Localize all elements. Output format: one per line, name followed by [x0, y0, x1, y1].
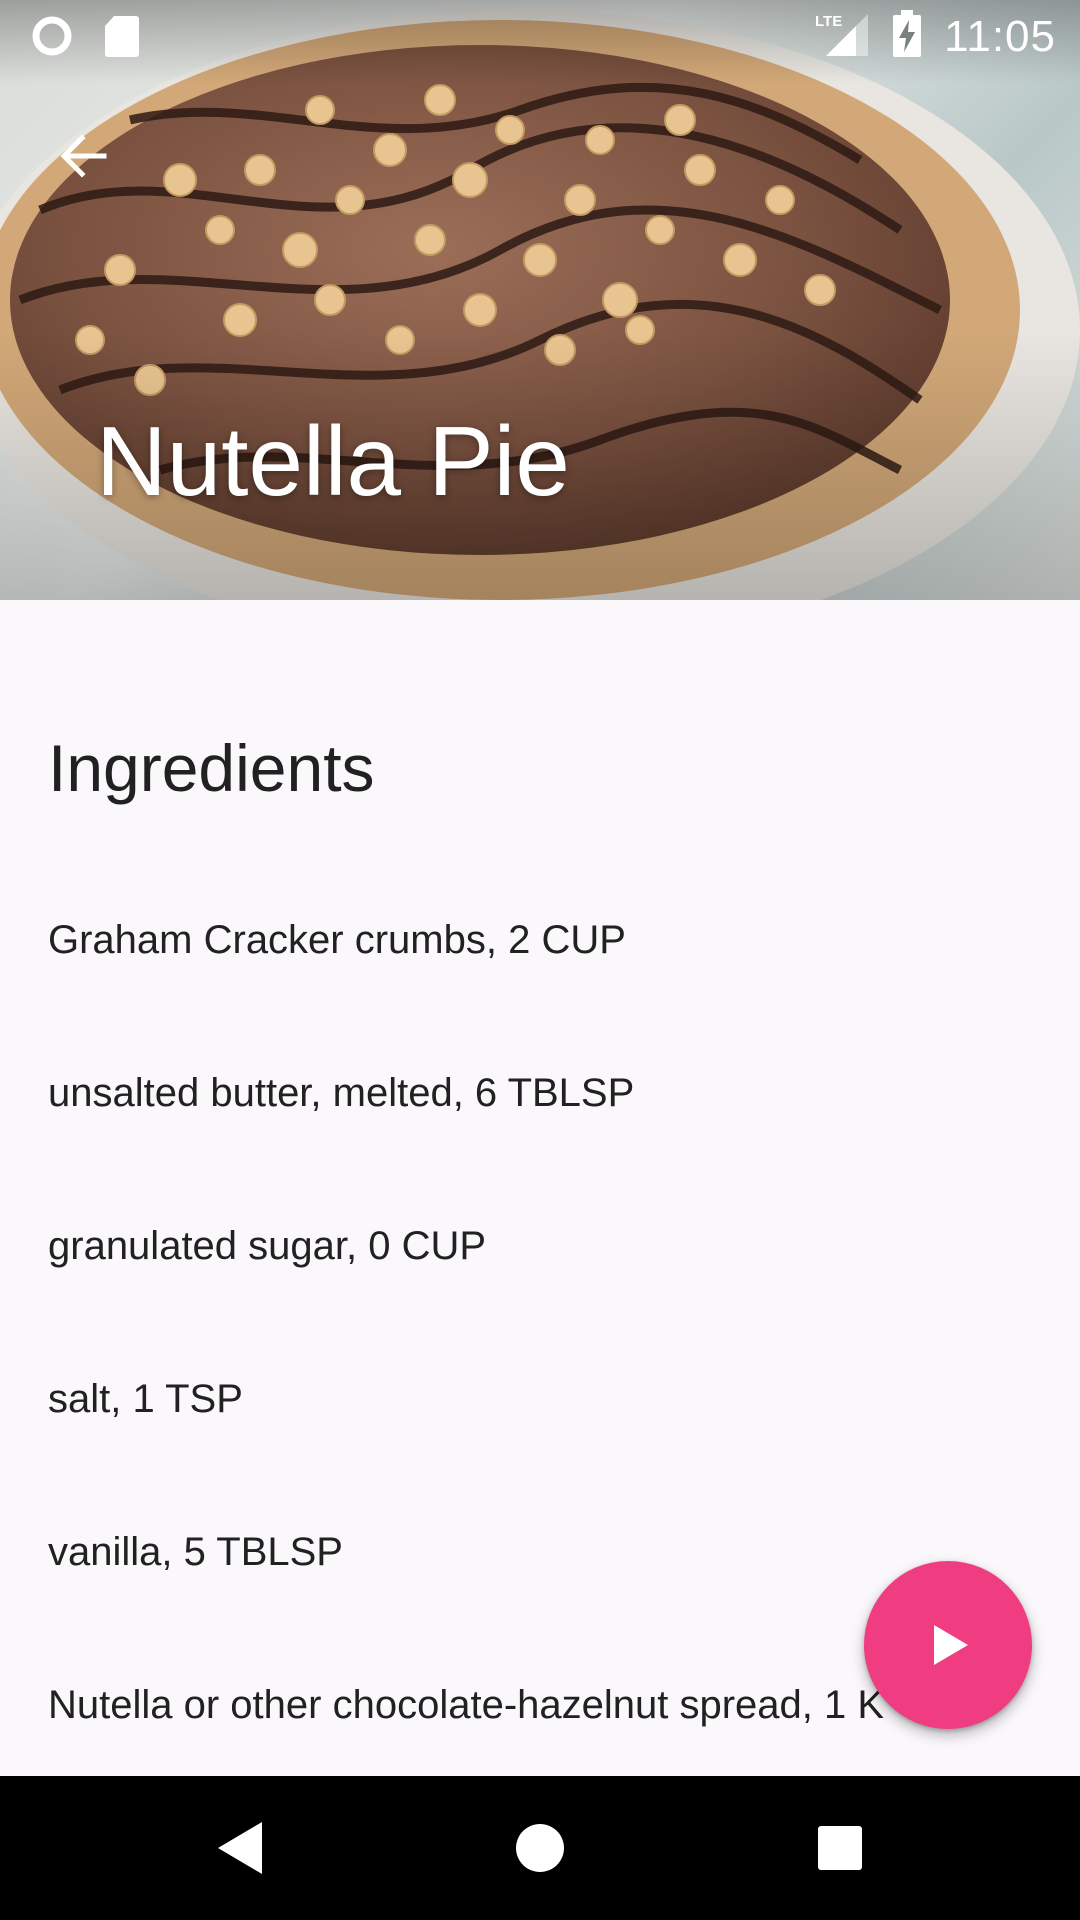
nav-recents-button[interactable]: [760, 1776, 920, 1920]
back-triangle-icon: [218, 1822, 262, 1874]
home-circle-icon: [516, 1824, 564, 1872]
recents-square-icon: [818, 1826, 862, 1870]
status-left-icons: [30, 14, 140, 63]
ingredient-item: granulated sugar, 0 CUP: [48, 1224, 487, 1268]
svg-text:LTE: LTE: [815, 13, 842, 30]
play-fab-button[interactable]: [864, 1561, 1032, 1729]
battery-charging-icon: [892, 10, 922, 63]
ingredient-item: salt, 1 TSP: [48, 1377, 243, 1421]
navigation-bar: [0, 1776, 1080, 1920]
ingredient-item: unsalted butter, melted, 6 TBLSP: [48, 1071, 635, 1115]
lte-signal-icon: LTE: [814, 10, 870, 63]
ingredient-item: Graham Cracker crumbs, 2 CUP: [48, 918, 626, 962]
circle-notification-icon: [30, 14, 74, 63]
arrow-back-icon: [60, 134, 107, 178]
ingredients-heading: Ingredients: [48, 731, 375, 805]
sd-card-icon: [104, 14, 140, 63]
status-right-icons: LTE 11:05: [814, 10, 1056, 63]
recipe-title: Nutella Pie: [96, 406, 570, 516]
back-button[interactable]: [44, 116, 124, 196]
play-icon: [934, 1625, 968, 1665]
clock: 11:05: [944, 11, 1056, 61]
status-bar: LTE 11:05: [0, 0, 1080, 72]
nav-home-button[interactable]: [460, 1776, 620, 1920]
nav-back-button[interactable]: [160, 1776, 320, 1920]
